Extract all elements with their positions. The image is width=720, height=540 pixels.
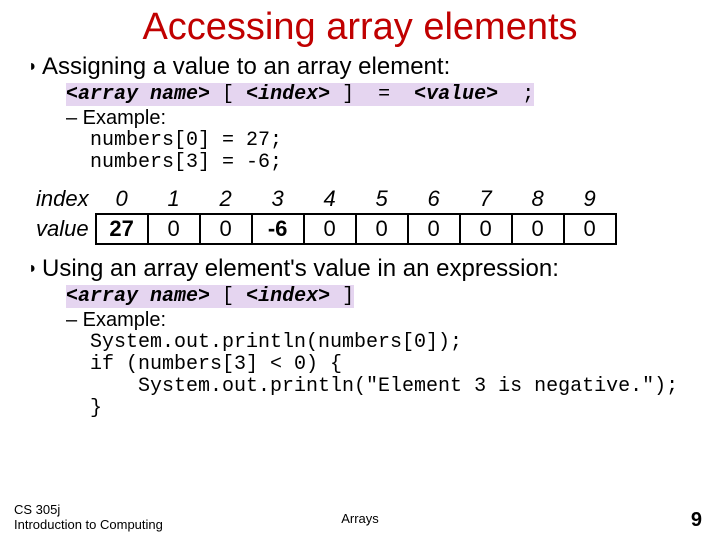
idx-3: 3 <box>252 184 304 214</box>
idx-7: 7 <box>460 184 512 214</box>
idx-6: 6 <box>408 184 460 214</box>
syntax-array-name: <array name> <box>66 83 210 106</box>
code-use-2: if (numbers[3] < 0) { <box>90 354 700 376</box>
example-label-1: – Example: <box>66 107 700 130</box>
idx-4: 4 <box>304 184 356 214</box>
bullet-assign: ◗ Assigning a value to an array element: <box>28 53 700 81</box>
value-label: value <box>36 214 96 244</box>
val-6: 0 <box>408 214 460 244</box>
syntax-index: <index> <box>246 83 330 106</box>
bullet-text: Assigning a value to an array element: <box>42 53 450 81</box>
val-4: 0 <box>304 214 356 244</box>
syntax-rbracket: ] <box>342 83 354 106</box>
code-assign-2: numbers[3] = -6; <box>90 152 700 174</box>
idx-2: 2 <box>200 184 252 214</box>
table-value-row: value 27 0 0 -6 0 0 0 0 0 0 <box>36 214 616 244</box>
idx-8: 8 <box>512 184 564 214</box>
val-0: 27 <box>96 214 148 244</box>
val-8: 0 <box>512 214 564 244</box>
syntax-value: <value> <box>414 83 498 106</box>
bullet-text: Using an array element's value in an exp… <box>42 255 559 283</box>
bullet-use: ◗ Using an array element's value in an e… <box>28 255 700 283</box>
slide-body: ◗ Assigning a value to an array element:… <box>0 53 720 420</box>
slide-title: Accessing array elements <box>0 0 720 51</box>
idx-9: 9 <box>564 184 616 214</box>
val-1: 0 <box>148 214 200 244</box>
code-use-1: System.out.println(numbers[0]); <box>90 332 700 354</box>
bullet-icon: ◗ <box>28 53 42 81</box>
example-label-2: – Example: <box>66 309 700 332</box>
syntax-array-name: <array name> <box>66 285 210 308</box>
syntax-semi: ; <box>510 83 534 106</box>
val-2: 0 <box>200 214 252 244</box>
val-7: 0 <box>460 214 512 244</box>
index-label: index <box>36 184 96 214</box>
code-use-4: } <box>90 398 700 420</box>
syntax-index: <index> <box>246 285 330 308</box>
assign-syntax: <array name> [ <index> ] = <value> ; <box>66 81 700 107</box>
bullet-icon: ◗ <box>28 255 42 283</box>
val-9: 0 <box>564 214 616 244</box>
val-3: -6 <box>252 214 304 244</box>
code-assign-1: numbers[0] = 27; <box>90 130 700 152</box>
code-use-3: System.out.println("Element 3 is negativ… <box>90 376 700 398</box>
idx-1: 1 <box>148 184 200 214</box>
syntax-lbracket: [ <box>222 83 234 106</box>
footer-topic: Arrays <box>0 511 720 526</box>
idx-0: 0 <box>96 184 148 214</box>
syntax-lbracket: [ <box>222 285 234 308</box>
array-table: index 0 1 2 3 4 5 6 7 8 9 value 27 0 0 -… <box>36 184 617 245</box>
use-syntax: <array name> [ <index> ] <box>66 283 700 309</box>
table-index-row: index 0 1 2 3 4 5 6 7 8 9 <box>36 184 616 214</box>
syntax-equals: = <box>366 83 402 106</box>
page-number: 9 <box>691 509 702 532</box>
val-5: 0 <box>356 214 408 244</box>
syntax-rbracket: ] <box>342 285 354 308</box>
idx-5: 5 <box>356 184 408 214</box>
